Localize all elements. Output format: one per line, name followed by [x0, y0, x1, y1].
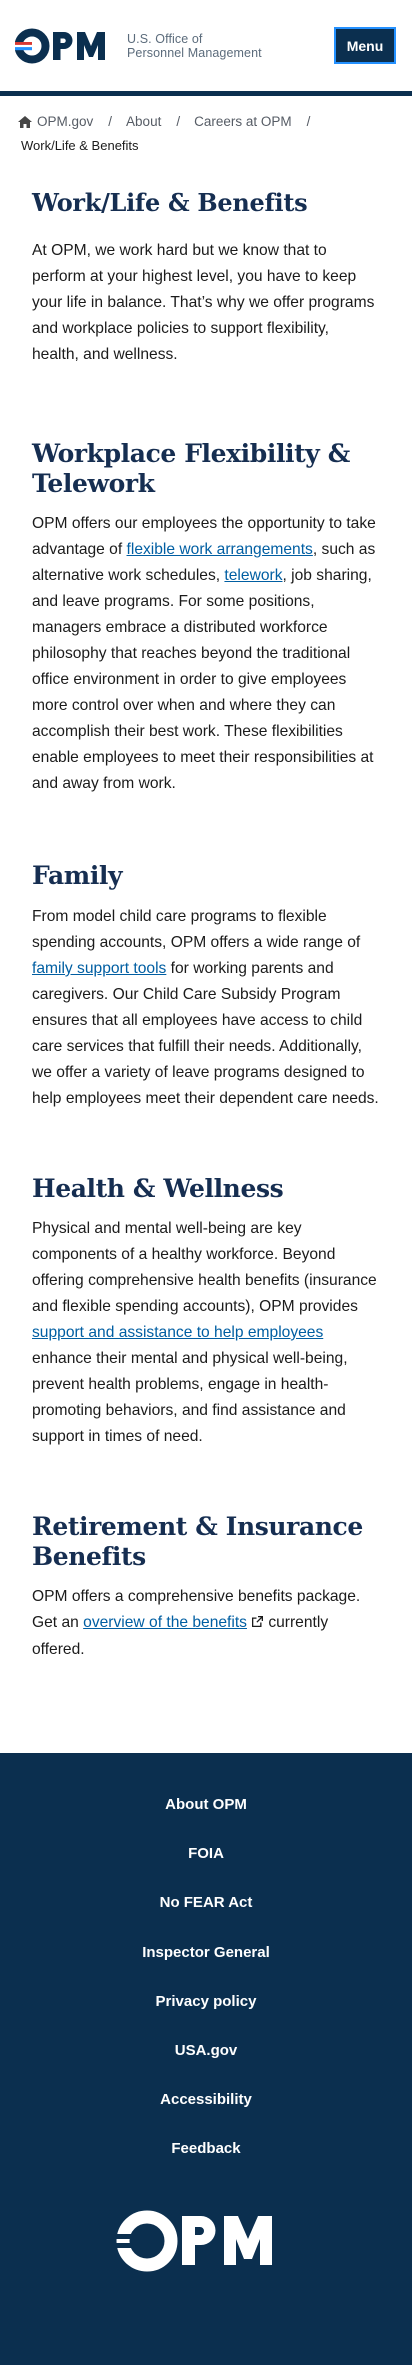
section-heading: Workplace Flexibility & Telework	[32, 439, 350, 498]
site-footer: About OPM FOIA No FEAR Act Inspector Gen…	[0, 1753, 412, 2365]
link-label: overview of the benefits	[83, 1614, 247, 1631]
section-health-wellness: Health & Wellness Physical and mental we…	[32, 1174, 380, 1450]
section-family: Family From model child care programs to…	[32, 861, 380, 1112]
breadcrumb-home-label: OPM.gov	[37, 114, 94, 129]
breadcrumb-separator: /	[108, 114, 113, 129]
family-support-tools-link[interactable]: family support tools	[32, 960, 166, 977]
support-assistance-link[interactable]: support and assistance to help employees	[32, 1324, 323, 1341]
breadcrumb-home-link[interactable]: OPM.gov	[18, 114, 93, 129]
section-paragraph: OPM offers a comprehensive benefits pack…	[32, 1584, 380, 1663]
footer-link-usa-gov[interactable]: USA.gov	[175, 2042, 238, 2059]
footer-opm-logo-link[interactable]	[116, 2210, 296, 2272]
footer-link-accessibility[interactable]: Accessibility	[160, 2091, 252, 2108]
section-retirement-insurance: Retirement & Insurance Benefits OPM offe…	[32, 1512, 380, 1663]
footer-nav: About OPM FOIA No FEAR Act Inspector Gen…	[0, 1796, 412, 2190]
menu-button[interactable]: Menu	[334, 27, 396, 64]
opm-logo	[15, 28, 119, 64]
footer-link-foia[interactable]: FOIA	[188, 1845, 224, 1862]
paragraph-text: for working parents and caregivers. Our …	[32, 960, 379, 1107]
breadcrumb-row: OPM.gov / About / Careers at OPM /	[18, 114, 394, 129]
paragraph-text: enhance their mental and physical well-b…	[32, 1350, 348, 1445]
paragraph-text: , job sharing, and leave programs. For s…	[32, 567, 374, 792]
section-paragraph: OPM offers our employees the opportunity…	[32, 511, 380, 797]
paragraph-text: From model child care programs to flexib…	[32, 908, 361, 951]
footer-link-feedback[interactable]: Feedback	[171, 2140, 240, 2157]
breadcrumb-current: Work/Life & Benefits	[21, 138, 139, 153]
home-icon	[18, 115, 32, 128]
agency-name-line2: Personnel Management	[127, 45, 262, 60]
breadcrumb: OPM.gov / About / Careers at OPM / Work/…	[0, 96, 412, 156]
telework-link[interactable]: telework	[224, 567, 282, 584]
flexible-work-arrangements-link[interactable]: flexible work arrangements	[127, 541, 313, 558]
opm-logo-link[interactable]: U.S. Office of Personnel Management	[15, 28, 262, 64]
footer-link-privacy-policy[interactable]: Privacy policy	[156, 1993, 257, 2010]
opm-logo-icon	[116, 2210, 272, 2272]
breadcrumb-separator: /	[176, 114, 181, 129]
section-heading: Health & Wellness	[32, 1174, 284, 1203]
opm-logo-icon	[15, 28, 105, 63]
overview-of-benefits-link[interactable]: overview of the benefits	[83, 1614, 247, 1631]
footer-nav-item: Accessibility	[0, 2091, 412, 2140]
section-heading: Retirement & Insurance Benefits	[32, 1512, 363, 1571]
paragraph-text: Physical and mental well-being are key c…	[32, 1220, 377, 1315]
breadcrumb-about-link[interactable]: About	[126, 114, 161, 129]
footer-nav-item: Privacy policy	[0, 1993, 412, 2042]
external-link-icon	[251, 1611, 264, 1637]
intro-paragraph: At OPM, we work hard but we know that to…	[32, 242, 375, 363]
footer-nav-item: Inspector General	[0, 1944, 412, 1993]
section-workplace-flexibility: Workplace Flexibility & Telework OPM off…	[32, 439, 380, 797]
agency-name-line1: U.S. Office of	[127, 31, 203, 46]
agency-name: U.S. Office of Personnel Management	[127, 32, 262, 60]
section-paragraph: Physical and mental well-being are key c…	[32, 1216, 380, 1450]
breadcrumb-careers-link[interactable]: Careers at OPM	[194, 114, 292, 129]
footer-nav-item: Feedback	[0, 2140, 412, 2189]
section-heading: Family	[32, 861, 123, 890]
footer-nav-item: No FEAR Act	[0, 1894, 412, 1943]
footer-link-about-opm[interactable]: About OPM	[165, 1796, 247, 1813]
breadcrumb-separator: /	[306, 114, 311, 129]
footer-nav-item: FOIA	[0, 1845, 412, 1894]
menu-button-label: Menu	[346, 37, 384, 54]
footer-nav-item: USA.gov	[0, 2042, 412, 2091]
site-header: U.S. Office of Personnel Management Menu	[0, 0, 412, 96]
section-paragraph: From model child care programs to flexib…	[32, 904, 380, 1112]
footer-link-no-fear-act[interactable]: No FEAR Act	[160, 1894, 253, 1911]
page-title: Work/Life & Benefits	[32, 188, 308, 217]
footer-nav-item: About OPM	[0, 1796, 412, 1845]
main-content: Work/Life & Benefits At OPM, we work har…	[0, 188, 412, 1663]
footer-link-inspector-general[interactable]: Inspector General	[142, 1944, 270, 1961]
